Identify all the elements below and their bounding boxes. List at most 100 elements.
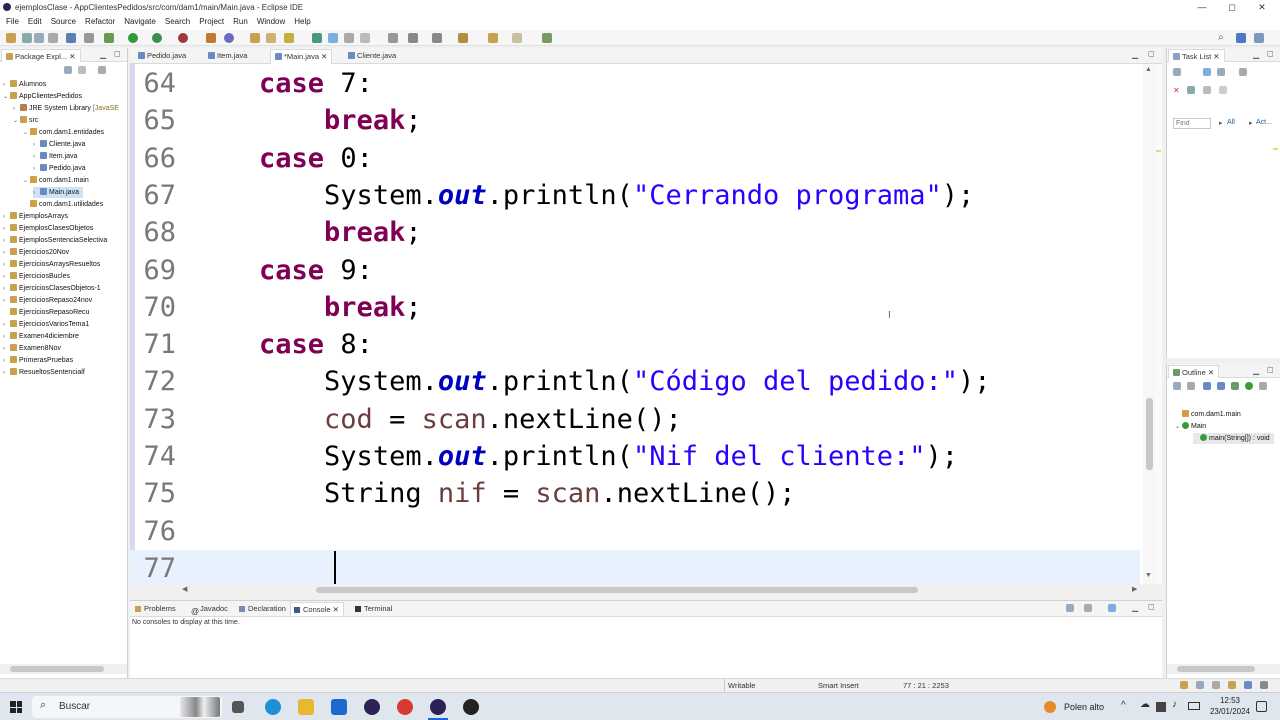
- tree-item[interactable]: › EjerciciosArraysResueltos: [3, 259, 100, 270]
- tree-item[interactable]: EjerciciosRepasoRecu: [3, 307, 89, 318]
- external-tools-icon[interactable]: [178, 33, 188, 43]
- search-toolbar-icon[interactable]: [284, 33, 294, 43]
- minimize-view-icon[interactable]: ▁: [1253, 50, 1259, 59]
- weather-icon[interactable]: [1044, 701, 1056, 713]
- taskbar-search-box[interactable]: ⌕ Buscar: [32, 696, 222, 718]
- tree-item[interactable]: ⌄ com.dam1.main: [23, 175, 89, 186]
- eclipse-active-icon[interactable]: [430, 699, 446, 715]
- tree-item[interactable]: ⌄ com.dam1.entidades: [23, 127, 104, 138]
- chevron-right-icon[interactable]: ›: [3, 296, 10, 307]
- code-line[interactable]: 72 System.out.println("Código del pedido…: [130, 363, 1140, 400]
- show-whitespace-icon[interactable]: [360, 33, 370, 43]
- word-wrap-icon[interactable]: [344, 33, 354, 43]
- left-hscrollbar[interactable]: [0, 664, 127, 674]
- code-line[interactable]: 64 case 7:: [130, 65, 1140, 102]
- maximize-view-icon[interactable]: ◻: [1267, 49, 1274, 58]
- activate-link[interactable]: Act...: [1256, 119, 1272, 126]
- editor-tab-main[interactable]: *Main.java ✕: [270, 49, 333, 64]
- chevron-right-icon[interactable]: ›: [3, 248, 10, 259]
- chevron-right-icon[interactable]: ›: [3, 368, 10, 379]
- hide-fields-icon[interactable]: [1203, 382, 1211, 390]
- editor-hscrollbar[interactable]: ◀ ▶: [180, 584, 1143, 596]
- clock-date[interactable]: 23/01/2024: [1206, 707, 1254, 716]
- show-hidden-icons-icon[interactable]: ^: [1121, 700, 1126, 711]
- all-link[interactable]: All: [1227, 119, 1235, 126]
- code-editor[interactable]: 64 case 7: 65 break; 66 case 0: 67 System.o…: [130, 64, 1158, 584]
- tree-item[interactable]: › Examen4diciembre: [3, 331, 79, 342]
- editor-tab-cliente[interactable]: Cliente.java: [344, 49, 400, 64]
- close-icon[interactable]: ✕: [69, 52, 75, 61]
- menu-navigate[interactable]: Navigate: [121, 15, 159, 29]
- tree-item[interactable]: › PrimerasPruebas: [3, 355, 73, 366]
- menu-file[interactable]: File: [3, 15, 22, 29]
- maximize-button[interactable]: ◻: [1216, 0, 1248, 15]
- menu-project[interactable]: Project: [196, 15, 227, 29]
- eclipse-taskbar-icon[interactable]: [364, 699, 380, 715]
- chevron-right-icon[interactable]: ›: [33, 188, 40, 199]
- edge-icon[interactable]: [265, 699, 281, 715]
- collapse-tasks-icon[interactable]: [1239, 68, 1247, 76]
- categorized-icon[interactable]: [1203, 68, 1211, 76]
- tree-item[interactable]: › Ejercicios20Nov: [3, 247, 69, 258]
- tree-item[interactable]: › Item.java: [33, 151, 77, 162]
- chevron-right-icon[interactable]: ›: [3, 260, 10, 271]
- editor-vscrollbar[interactable]: ▲ ▼: [1143, 64, 1155, 584]
- tree-item[interactable]: › EjerciciosVariosTema1: [3, 319, 89, 330]
- tree-item[interactable]: › EjerciciosBucles: [3, 271, 70, 282]
- network-icon[interactable]: [1156, 702, 1166, 712]
- tab-problems[interactable]: Problems: [132, 602, 180, 616]
- tree-item[interactable]: › EjemplosClasesObjetos: [3, 223, 93, 234]
- clock-time[interactable]: 12:53: [1210, 696, 1250, 705]
- open-type-icon[interactable]: [250, 33, 260, 43]
- scroll-down-icon[interactable]: ▼: [1145, 572, 1152, 579]
- maximize-editor-icon[interactable]: ◻: [1148, 49, 1155, 58]
- tree-item[interactable]: › EjemplosSentenciaSelectiva: [3, 235, 107, 246]
- tree-item[interactable]: ⌄ src: [13, 115, 38, 126]
- search-icon[interactable]: ⌕: [1218, 32, 1224, 43]
- open-task-icon[interactable]: [266, 33, 276, 43]
- java-perspective-icon[interactable]: [1236, 33, 1246, 43]
- forward-icon[interactable]: [512, 33, 522, 43]
- code-line[interactable]: 70 break;: [130, 289, 1140, 326]
- code-line[interactable]: 75 String nif = scan.nextLine();: [130, 475, 1140, 512]
- task-view-icon[interactable]: [232, 701, 244, 713]
- focus-icon[interactable]: [1203, 86, 1211, 94]
- sort-icon[interactable]: [1187, 382, 1195, 390]
- block-selection-icon[interactable]: [328, 33, 338, 43]
- tab-outline[interactable]: Outline ✕: [1168, 365, 1220, 378]
- view-menu-icon[interactable]: [98, 66, 106, 74]
- new-class-icon[interactable]: [224, 33, 234, 43]
- scroll-right-icon[interactable]: ▶: [1132, 585, 1137, 593]
- weather-text[interactable]: Polen alto: [1064, 702, 1104, 712]
- windows-start-icon[interactable]: [10, 701, 22, 713]
- tab-terminal[interactable]: Terminal: [352, 602, 396, 616]
- menu-window[interactable]: Window: [254, 15, 288, 29]
- minimize-button[interactable]: —: [1186, 0, 1218, 15]
- code-line[interactable]: 67 System.out.println("Cerrando programa…: [130, 177, 1140, 214]
- editor-hscroll-thumb[interactable]: [316, 587, 918, 593]
- open-console-icon[interactable]: [1108, 604, 1116, 612]
- chevron-down-icon[interactable]: ⌄: [23, 176, 30, 187]
- status-icon-5[interactable]: [1244, 681, 1252, 689]
- new-java-project-icon[interactable]: [206, 33, 216, 43]
- scroll-up-icon[interactable]: ▲: [1145, 66, 1152, 73]
- maximize-view-icon[interactable]: ◻: [1267, 365, 1274, 374]
- code-line[interactable]: 69 case 9:: [130, 252, 1140, 289]
- chevron-right-icon[interactable]: ›: [33, 164, 40, 175]
- code-line[interactable]: 76: [130, 513, 1140, 550]
- file-explorer-icon[interactable]: [298, 699, 314, 715]
- chevron-right-icon[interactable]: ›: [3, 332, 10, 343]
- editor-vscroll-thumb[interactable]: [1146, 398, 1153, 470]
- code-line[interactable]: 77: [130, 549, 1140, 584]
- hide-local-types-icon[interactable]: [1245, 382, 1253, 390]
- hide-static-icon[interactable]: [1217, 382, 1225, 390]
- tree-item[interactable]: › JRE System Library [JavaSE: [13, 103, 119, 114]
- debug-icon[interactable]: [104, 33, 114, 43]
- new-task-icon[interactable]: [1173, 68, 1181, 76]
- chevron-right-icon[interactable]: ›: [3, 356, 10, 367]
- minimize-editor-icon[interactable]: ▁: [1132, 50, 1138, 59]
- chevron-right-icon[interactable]: ›: [3, 284, 10, 295]
- tree-item[interactable]: › Main.java: [33, 187, 83, 198]
- outline-item[interactable]: ⌄ Main: [1175, 421, 1206, 432]
- volume-icon[interactable]: ♪: [1172, 699, 1177, 710]
